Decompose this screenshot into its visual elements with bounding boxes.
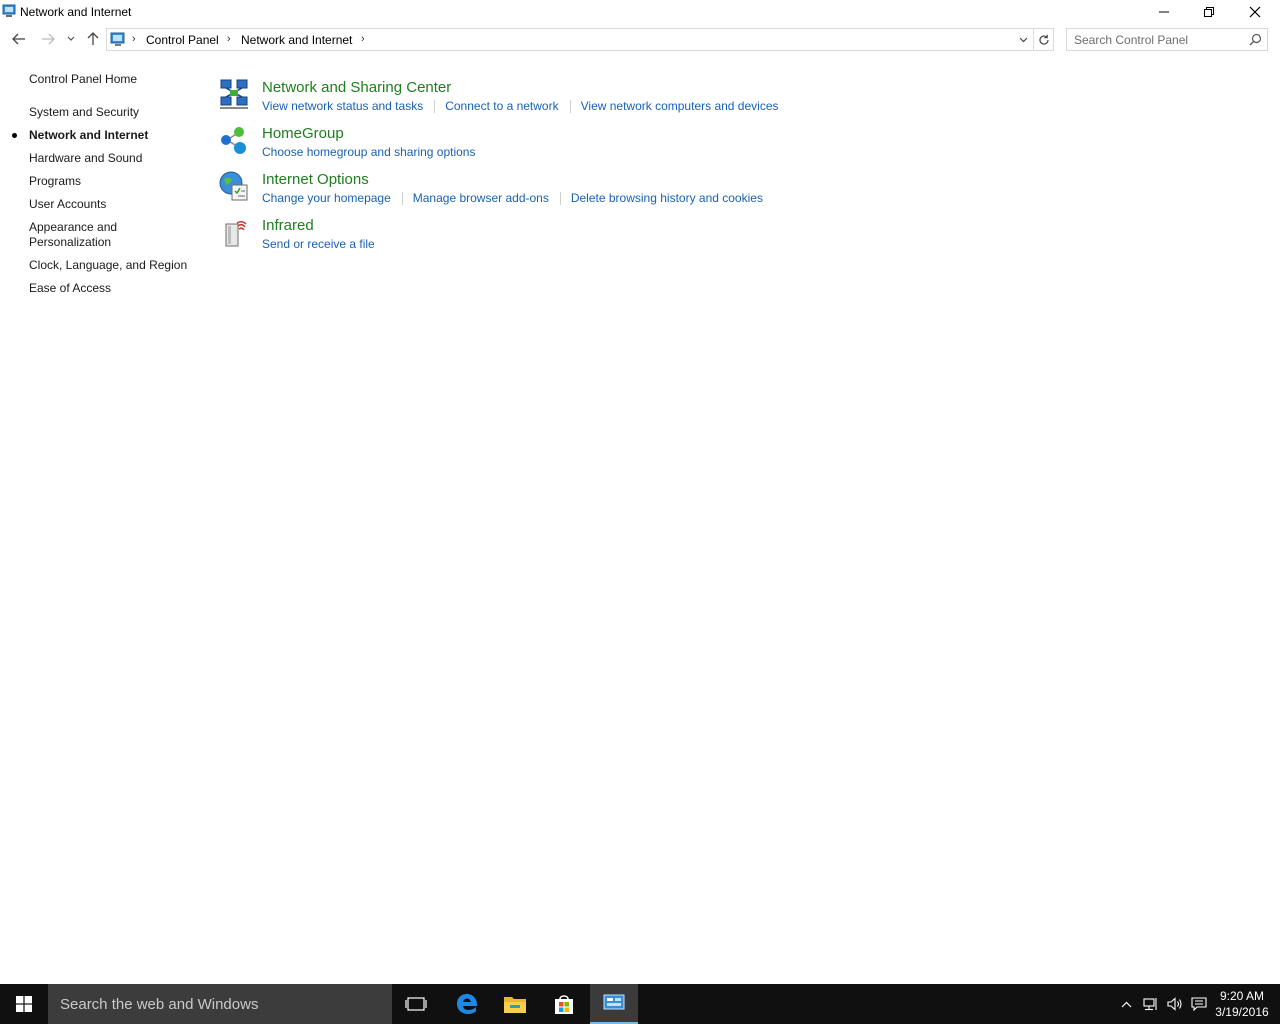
nav-user-accounts[interactable]: User Accounts [29,197,194,212]
connect-to-network-link[interactable]: Connect to a network [445,99,558,113]
windows-logo-icon [16,996,32,1012]
nav-system-and-security[interactable]: System and Security [29,105,194,120]
homegroup-icon[interactable] [218,124,250,156]
view-network-status-link[interactable]: View network status and tasks [262,99,423,113]
task-links: View network status and tasks Connect to… [262,99,779,113]
search-box[interactable] [1066,28,1268,51]
breadcrumb-separator[interactable]: › [132,33,136,45]
system-clock[interactable]: 9:20 AM 3/19/2016 [1210,988,1274,1020]
nav-programs[interactable]: Programs [29,174,194,189]
clock-time: 9:20 AM [1219,989,1265,1003]
chevron-down-icon [1019,37,1027,43]
change-homepage-link[interactable]: Change your homepage [262,191,391,205]
arrow-left-icon [12,33,25,45]
link-separator [569,99,571,113]
clock-date: 3/19/2016 [1215,1005,1269,1019]
nav-hardware-and-sound[interactable]: Hardware and Sound [29,151,194,166]
link-separator [434,99,436,113]
category-list: System and Security Network and Internet… [29,105,194,304]
notification-icon [1191,997,1207,1011]
network-sharing-center-icon[interactable] [218,78,250,110]
control-panel-app-icon [2,4,16,17]
send-or-receive-file-link[interactable]: Send or receive a file [262,237,375,251]
forward-button[interactable] [37,28,59,50]
restore-icon [1204,7,1214,17]
task-links: Send or receive a file [262,237,375,251]
address-dropdown-button[interactable] [1016,32,1030,48]
taskbar-search-placeholder: Search the web and Windows [60,996,259,1013]
search-icon[interactable] [1249,33,1262,46]
start-button[interactable] [0,984,48,1024]
homegroup-title[interactable]: HomeGroup [262,125,344,142]
breadcrumb-separator[interactable]: › [361,33,365,45]
link-separator [559,191,561,205]
chevron-up-icon [1121,1001,1131,1007]
refresh-button[interactable] [1034,28,1054,51]
minimize-icon [1159,11,1169,13]
category-internet-options: Internet Options Change your homepage Ma… [216,168,916,212]
minimize-button[interactable] [1141,0,1187,24]
internet-options-title[interactable]: Internet Options [262,171,369,188]
edge-browser-icon [457,994,478,1014]
task-links: Change your homepage Manage browser add-… [262,191,763,205]
breadcrumb-network-and-internet[interactable]: Network and Internet [241,33,352,47]
category-network-and-sharing-center: Network and Sharing Center View network … [216,76,916,120]
arrow-right-icon [42,33,55,45]
infrared-title[interactable]: Infrared [262,217,314,234]
delete-browsing-history-link[interactable]: Delete browsing history and cookies [571,191,763,205]
address-bar[interactable]: › Control Panel › Network and Internet › [106,28,1034,51]
category-homegroup: HomeGroup Choose homegroup and sharing o… [216,122,916,166]
navigation-bar: › Control Panel › Network and Internet › [0,26,1280,54]
edge-taskbar-button[interactable] [443,984,491,1024]
infrared-icon[interactable] [218,216,250,248]
link-separator [401,191,403,205]
taskbar-search-box[interactable]: Search the web and Windows [48,984,392,1024]
manage-browser-addons-link[interactable]: Manage browser add-ons [413,191,549,205]
refresh-icon [1038,34,1049,45]
nav-clock-language-and-region[interactable]: Clock, Language, and Region [29,258,194,273]
control-panel-taskbar-button[interactable] [590,984,638,1024]
nav-network-and-internet[interactable]: Network and Internet [29,128,194,143]
control-panel-location-icon [110,32,125,46]
internet-options-icon[interactable] [218,170,250,202]
network-tray-button[interactable] [1139,984,1163,1024]
taskbar: Search the web and Windows 9:20 AM 3/19/… [0,984,1280,1024]
breadcrumb-control-panel[interactable]: Control Panel [146,33,219,47]
choose-homegroup-options-link[interactable]: Choose homegroup and sharing options [262,145,475,159]
store-bag-icon [555,995,573,1014]
task-view-icon [405,997,427,1011]
volume-tray-button[interactable] [1163,984,1187,1024]
close-icon [1249,6,1261,18]
search-input[interactable] [1067,29,1245,50]
network-icon [1143,998,1157,1011]
nav-appearance-and-personalization[interactable]: Appearance and Personalization [29,220,194,250]
recent-locations-button[interactable] [62,28,80,50]
network-and-sharing-center-title[interactable]: Network and Sharing Center [262,79,451,96]
control-panel-icon [603,994,625,1010]
task-view-button[interactable] [392,984,440,1024]
task-links: Choose homegroup and sharing options [262,145,475,159]
folder-icon [504,997,526,1013]
up-button[interactable] [82,28,104,50]
store-taskbar-button[interactable] [540,984,588,1024]
back-button[interactable] [8,28,30,50]
arrow-up-icon [87,32,99,45]
title-bar: Network and Internet [0,0,1280,24]
category-infrared: Infrared Send or receive a file [216,214,916,258]
window-title: Network and Internet [20,5,132,19]
nav-ease-of-access[interactable]: Ease of Access [29,281,194,296]
chevron-down-icon [67,36,75,41]
control-panel-home-link[interactable]: Control Panel Home [29,72,137,86]
view-network-computers-link[interactable]: View network computers and devices [581,99,779,113]
speaker-icon [1167,997,1182,1011]
breadcrumb-separator[interactable]: › [227,33,231,45]
show-hidden-icons-button[interactable] [1114,984,1138,1024]
file-explorer-taskbar-button[interactable] [491,984,539,1024]
action-center-button[interactable] [1187,984,1211,1024]
close-button[interactable] [1232,0,1278,24]
active-item-bullet [12,133,17,138]
restore-button[interactable] [1186,0,1232,24]
